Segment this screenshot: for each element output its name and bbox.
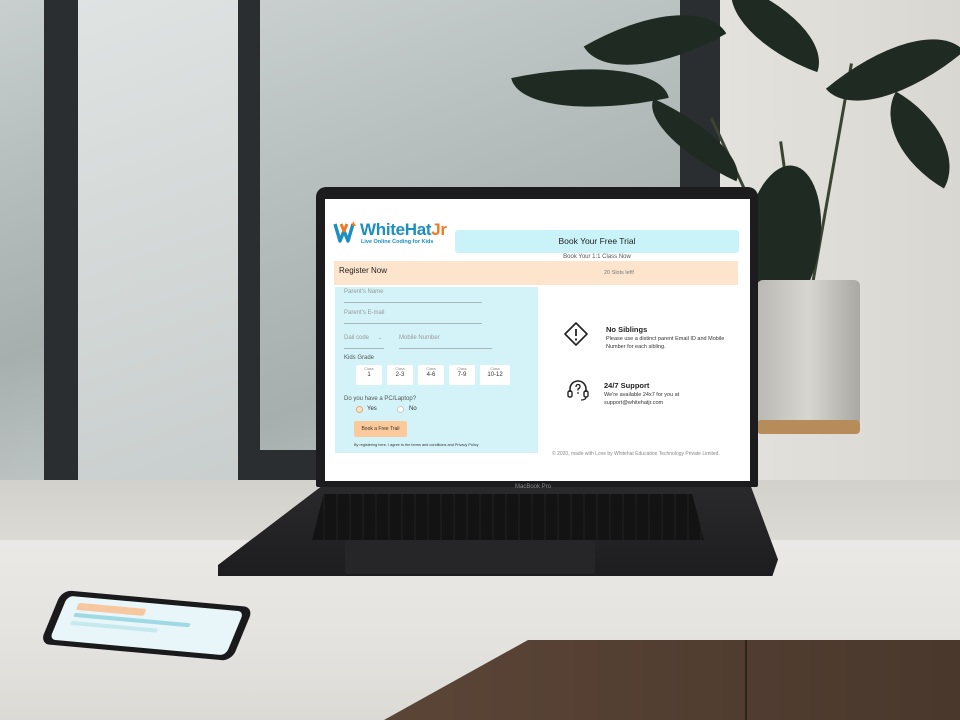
logo-wordmark: WhiteHatJr (360, 220, 447, 240)
pc-no-radio[interactable] (397, 406, 404, 413)
grade-option-2-3[interactable]: Class 2-3 (387, 365, 413, 385)
headset-question-icon (567, 380, 589, 401)
logo-name-accent: Jr (431, 220, 447, 239)
logo-name-main: WhiteHat (360, 220, 432, 239)
no-siblings-title: No Siblings (606, 325, 648, 334)
pot-saucer (757, 420, 860, 434)
trial-subtitle: Book Your 1:1 Class Now (563, 254, 631, 260)
grade-option-10-12[interactable]: Class 10-12 (480, 365, 510, 385)
warning-diamond-icon (564, 322, 588, 346)
grade-option-7-9[interactable]: Class 7-9 (449, 365, 475, 385)
terms-text: By registering here, I agree to the term… (354, 443, 479, 447)
dial-code-select[interactable]: Dail code ⌄ (344, 335, 384, 349)
laptop-keyboard (312, 494, 704, 540)
no-siblings-text: Please use a distinct parent Email ID an… (606, 336, 725, 350)
grade-option-1[interactable]: Class 1 (356, 365, 382, 385)
logo-mark-icon (333, 221, 356, 243)
dial-code-placeholder: Dail code (344, 335, 370, 341)
mobile-number-input[interactable]: Mobile Number (399, 335, 492, 349)
parent-email-input[interactable]: Parent's E-mail (344, 310, 482, 324)
parent-name-input[interactable]: Parent's Name (344, 289, 482, 303)
pc-question-label: Do you have a PC/Laptop? (344, 396, 417, 402)
pc-yes-label: Yes (367, 406, 377, 412)
phone-screen (49, 595, 244, 656)
window-pane-left (0, 0, 44, 500)
pc-yes-radio[interactable] (356, 406, 363, 413)
free-trial-banner: Book Your Free Trial (455, 230, 739, 253)
laptop-trackpad (345, 540, 595, 574)
chevron-down-icon: ⌄ (377, 335, 382, 341)
support-title: 24/7 Support (604, 381, 650, 390)
kids-grade-label: Kids Grade (344, 355, 375, 361)
register-title: Register Now (339, 266, 388, 275)
pc-no-label: No (409, 406, 417, 412)
footer-copyright: © 2020, made with Love by Whitehat Educa… (552, 451, 720, 457)
laptop-screen: WhiteHatJr Live Online Coding for Kids B… (325, 199, 750, 481)
plant-pot (757, 280, 860, 430)
register-bar: Register Now 20 Slots left! (334, 261, 738, 285)
whitehat-logo[interactable]: WhiteHatJr Live Online Coding for Kids (333, 220, 453, 254)
slots-left-badge: 20 Slots left! (604, 270, 635, 276)
photo-scene: MacBook Pro WhiteHatJr Live Online Codin… (0, 0, 960, 720)
book-free-trial-button[interactable]: Book a Free Trail (354, 421, 407, 437)
logo-tagline: Live Online Coding for Kids (361, 239, 434, 245)
cabinet-seam (745, 640, 747, 720)
grade-option-4-6[interactable]: Class 4-6 (418, 365, 444, 385)
support-text: We're available 24x7 for you at support@… (604, 392, 680, 406)
laptop-model-label: MacBook Pro (515, 484, 552, 490)
window-pane-middle (78, 0, 238, 520)
